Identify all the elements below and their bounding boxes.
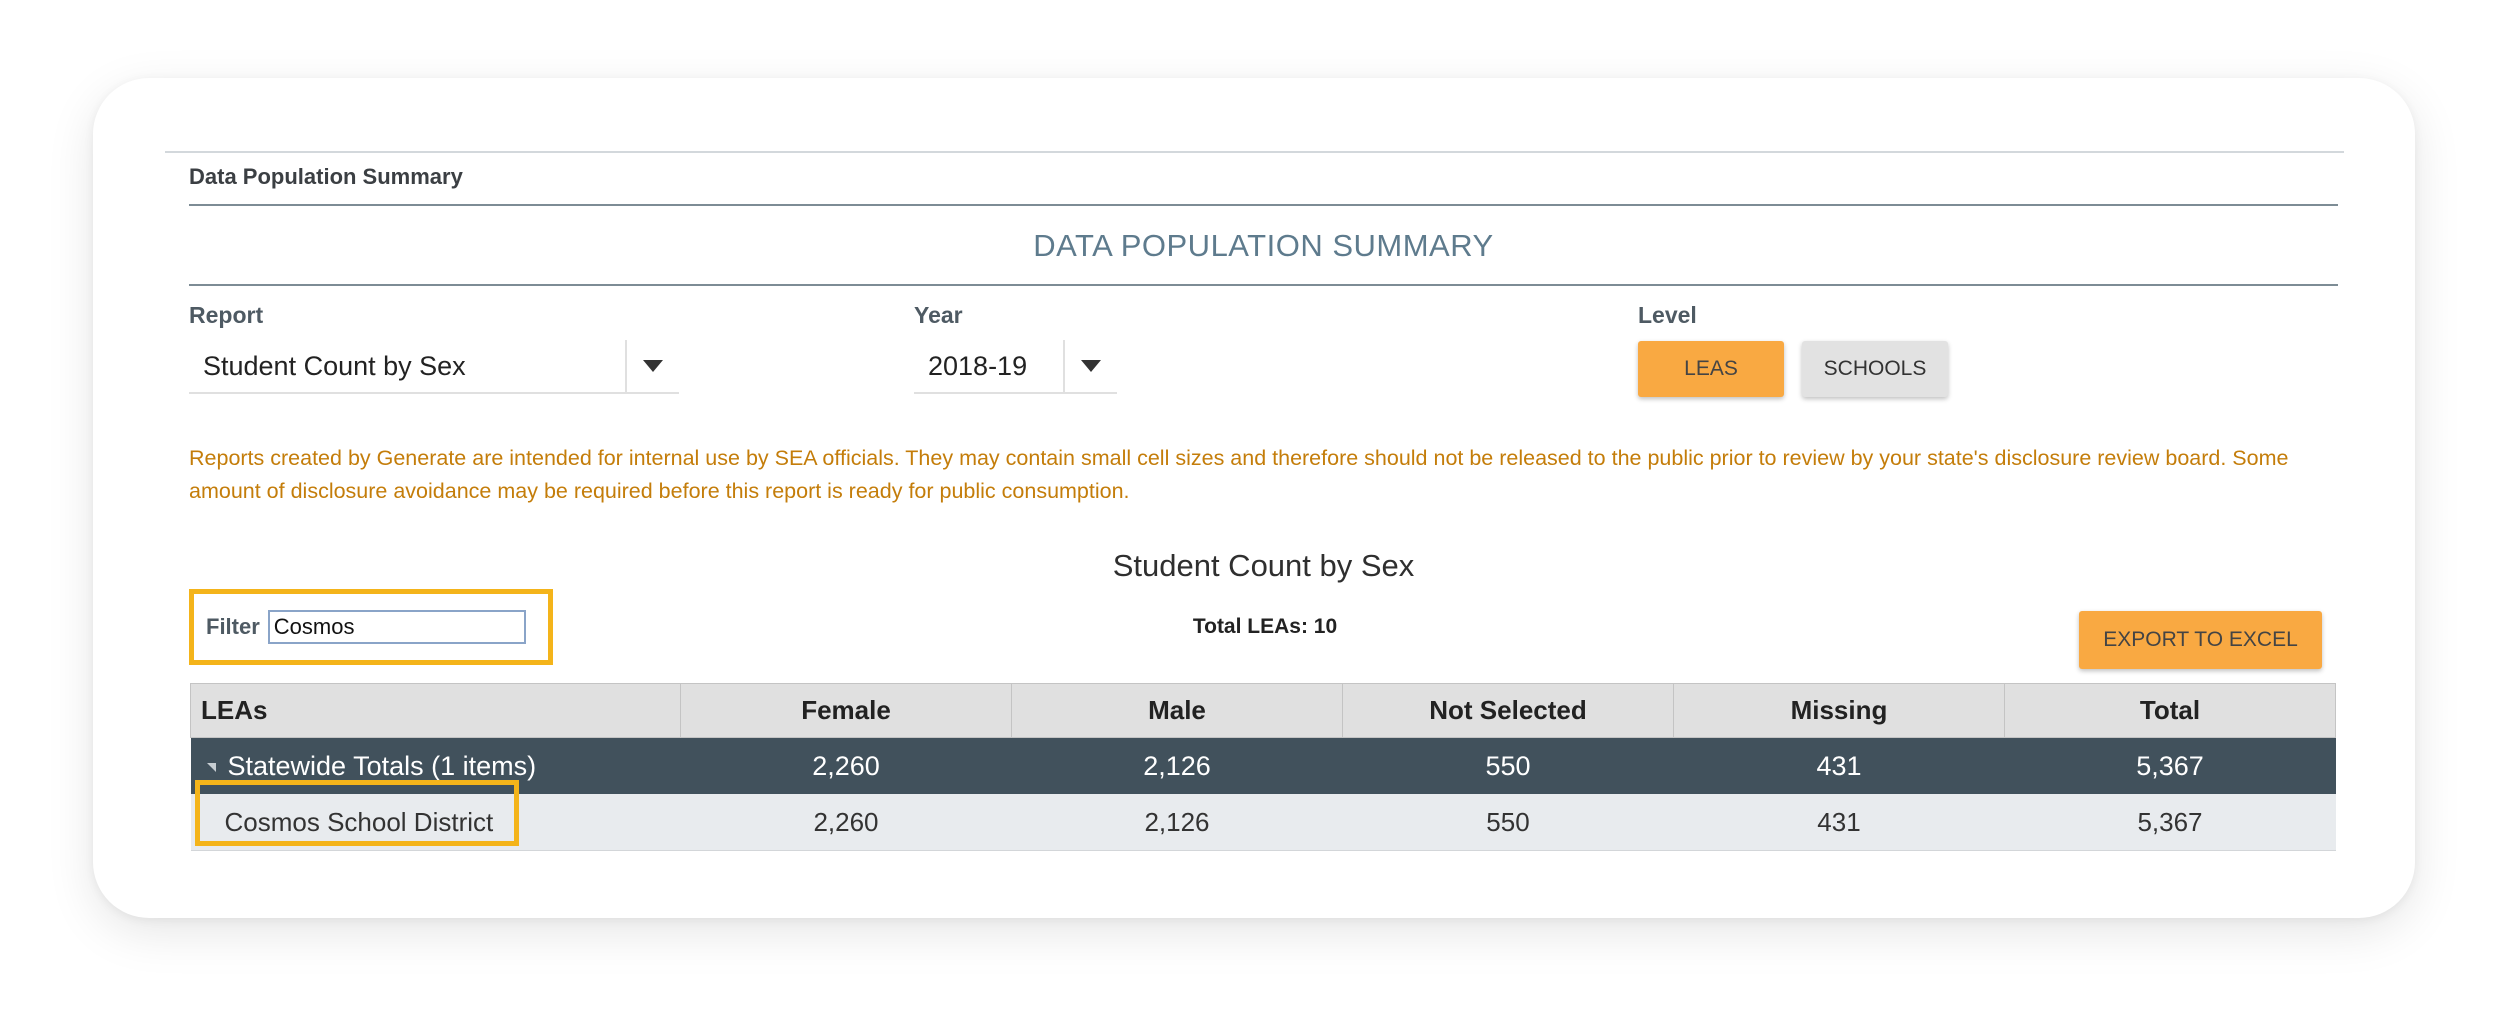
row-missing: 431 (1673, 794, 2005, 851)
group-female: 2,260 (680, 737, 1012, 794)
title-divider-bottom (189, 284, 2338, 286)
row-male: 2,126 (1011, 794, 1343, 851)
report-label: Report (189, 302, 264, 328)
group-missing: 431 (1673, 737, 2005, 794)
column-header-total[interactable]: Total (2004, 683, 2336, 738)
row-female: 2,260 (680, 794, 1012, 851)
level-schools-button[interactable]: SCHOOLS (1802, 341, 1948, 397)
chevron-down-icon (1081, 360, 1101, 372)
collapse-triangle-icon[interactable] (206, 762, 216, 772)
report-select-value: Student Count by Sex (203, 350, 466, 381)
filter-input[interactable] (267, 610, 526, 644)
total-leas-count: Total LEAs: 10 (1192, 615, 1338, 638)
column-header-leas[interactable]: LEAs (190, 683, 681, 738)
disclaimer-text: Reports created by Generate are intended… (189, 446, 2289, 503)
top-divider (165, 151, 2344, 153)
level-label: Level (1638, 302, 1697, 328)
year-label: Year (914, 302, 963, 328)
group-label: Statewide Totals (1 items) (227, 750, 537, 781)
row-total: 5,367 (2004, 794, 2336, 851)
grid-header-row: LEAs Female Male Not Selected Missing To… (190, 683, 2336, 738)
report-dropdown-toggle[interactable] (625, 340, 679, 392)
group-male: 2,126 (1011, 737, 1343, 794)
row-not-selected: 550 (1342, 794, 1674, 851)
column-header-not-selected[interactable]: Not Selected (1342, 683, 1674, 738)
filter-label: Filter (206, 614, 260, 639)
year-select[interactable]: 2018-19 (914, 340, 1117, 394)
level-leas-button[interactable]: LEAS (1638, 341, 1784, 397)
page-title: DATA POPULATION SUMMARY (1033, 228, 1494, 263)
group-total: 5,367 (2004, 737, 2336, 794)
row-highlight (195, 780, 519, 846)
report-select[interactable]: Student Count by Sex (189, 340, 679, 394)
title-divider-top (189, 204, 2338, 206)
year-dropdown-toggle[interactable] (1063, 340, 1117, 392)
column-header-missing[interactable]: Missing (1673, 683, 2005, 738)
breadcrumb: Data Population Summary (189, 164, 463, 189)
export-to-excel-button[interactable]: EXPORT TO EXCEL (2079, 611, 2322, 669)
report-title: Student Count by Sex (1112, 548, 1415, 583)
chevron-down-icon (643, 360, 663, 372)
filter-highlight: Filter (189, 589, 553, 665)
column-header-female[interactable]: Female (680, 683, 1012, 738)
year-select-value: 2018-19 (928, 350, 1028, 381)
column-header-male[interactable]: Male (1011, 683, 1343, 738)
group-not-selected: 550 (1342, 737, 1674, 794)
